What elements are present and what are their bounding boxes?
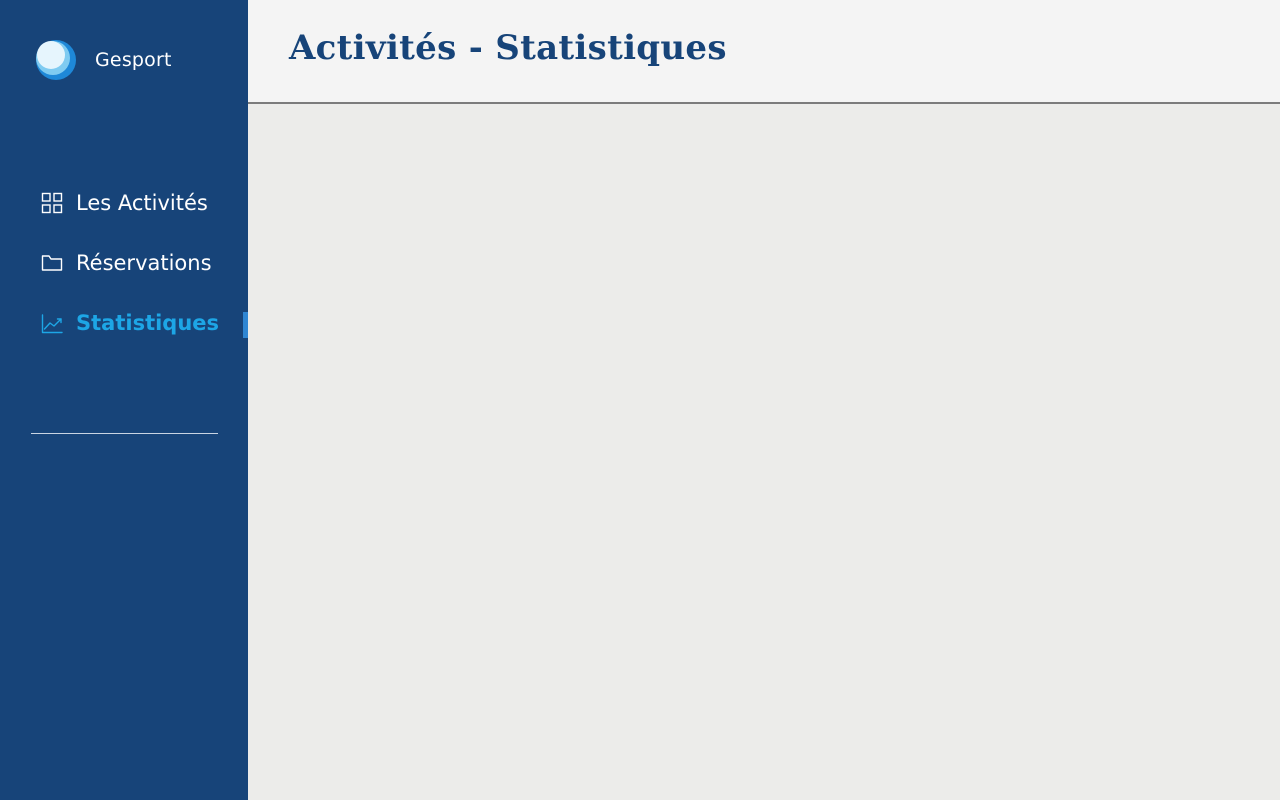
sidebar-item-label: Réservations (76, 251, 212, 275)
sidebar-item-activites[interactable]: Les Activités (40, 188, 248, 218)
brand[interactable]: Gesport (36, 40, 172, 80)
grid-icon (40, 191, 64, 215)
sidebar-divider (31, 433, 218, 434)
sidebar: Gesport Les Activités Réservations Stati… (0, 0, 248, 800)
sidebar-item-label: Statistiques (76, 311, 220, 335)
sidebar-item-reservations[interactable]: Réservations (40, 248, 248, 278)
sidebar-item-statistiques[interactable]: Statistiques (40, 308, 248, 338)
chart-line-icon (40, 311, 64, 335)
app-name: Gesport (95, 49, 172, 71)
main-content (248, 104, 1280, 800)
page-header: Activités - Statistiques (248, 0, 1280, 104)
logo-icon (36, 40, 76, 80)
folder-icon (40, 251, 64, 275)
sidebar-item-label: Les Activités (76, 191, 208, 215)
page-title: Activités - Statistiques (289, 28, 727, 68)
